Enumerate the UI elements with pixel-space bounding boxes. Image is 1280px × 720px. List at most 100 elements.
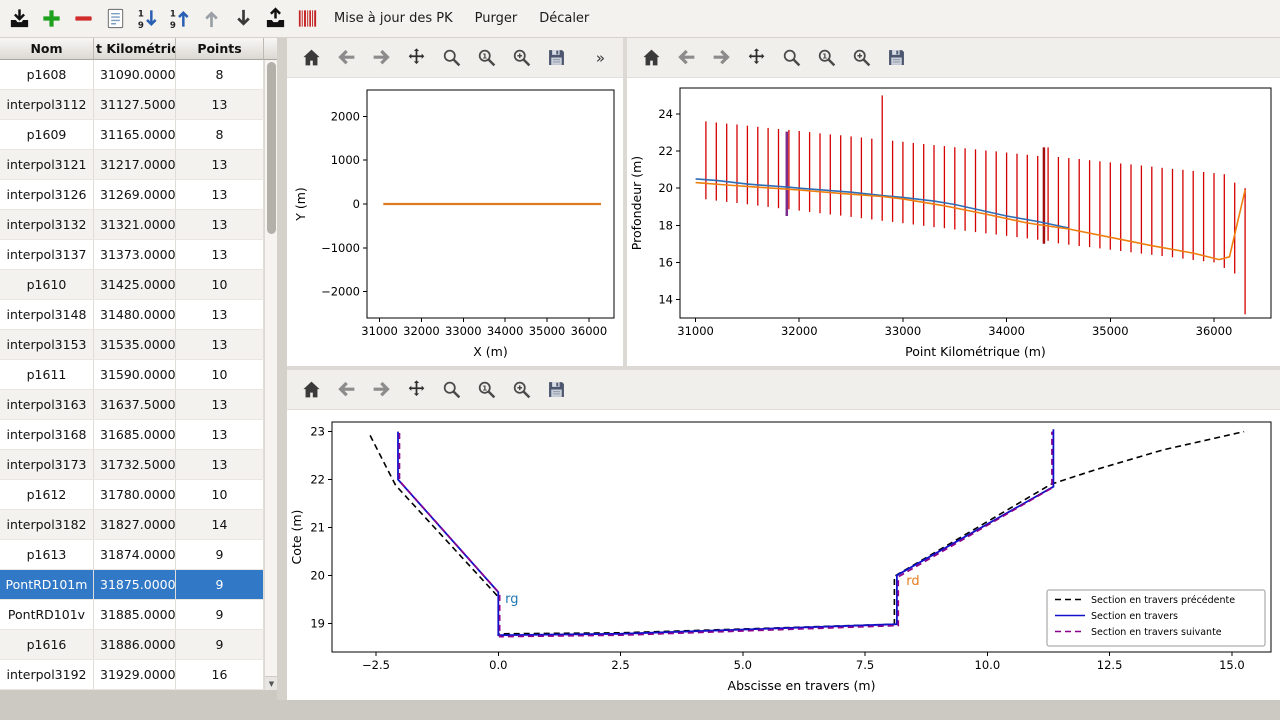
- forward-button[interactable]: [709, 46, 733, 70]
- pan-button[interactable]: [744, 46, 768, 70]
- table-row[interactable]: p161131590.000010: [0, 360, 264, 390]
- home-button[interactable]: [639, 46, 663, 70]
- move-down-button[interactable]: [228, 4, 258, 34]
- table-row[interactable]: interpol312631269.000013: [0, 180, 264, 210]
- remove-button[interactable]: [68, 4, 98, 34]
- zoom-button[interactable]: [439, 46, 463, 70]
- table-row[interactable]: p161231780.000010: [0, 480, 264, 510]
- table-row[interactable]: interpol317331732.500013: [0, 450, 264, 480]
- pk-cell: 31885.0000: [94, 600, 176, 629]
- zoom-plus-button[interactable]: [509, 378, 533, 402]
- table-row[interactable]: PontRD101m31875.00009: [0, 570, 264, 600]
- profile-plot-toolbar: 1: [627, 38, 1280, 78]
- scrollbar-down-button[interactable]: ▼: [265, 676, 277, 690]
- table-row[interactable]: interpol319231929.000016: [0, 660, 264, 690]
- table-row[interactable]: p160831090.00008: [0, 60, 264, 90]
- table-row[interactable]: interpol318231827.000014: [0, 510, 264, 540]
- vertical-scrollbar[interactable]: ▼: [264, 60, 277, 690]
- name-cell: p1611: [0, 360, 94, 389]
- table-row[interactable]: interpol311231127.500013: [0, 90, 264, 120]
- forward-icon: [371, 47, 392, 68]
- add-button[interactable]: [36, 4, 66, 34]
- table-row[interactable]: interpol316831685.000013: [0, 420, 264, 450]
- cross-section-toolbar: 1: [287, 370, 1280, 410]
- vertical-splitter[interactable]: [277, 38, 287, 700]
- table-row[interactable]: p160931165.00008: [0, 120, 264, 150]
- zoom-button[interactable]: [439, 378, 463, 402]
- home-button[interactable]: [299, 46, 323, 70]
- svg-text:rd: rd: [906, 574, 919, 589]
- export-button[interactable]: [260, 4, 290, 34]
- home-icon: [641, 47, 662, 68]
- save-button[interactable]: [544, 378, 568, 402]
- barcode-button[interactable]: [292, 4, 322, 34]
- column-header-nom[interactable]: Nom: [0, 38, 94, 60]
- svg-text:Point Kilométrique (m): Point Kilométrique (m): [905, 344, 1046, 359]
- zoom-one-button[interactable]: 1: [474, 378, 498, 402]
- menu-purge[interactable]: Purger: [465, 4, 528, 34]
- table-row[interactable]: p161031425.000010: [0, 270, 264, 300]
- pan-icon: [406, 47, 427, 68]
- profile-chart: 3100032000330003400035000360001416182022…: [627, 78, 1280, 366]
- home-button[interactable]: [299, 378, 323, 402]
- save-button[interactable]: [884, 46, 908, 70]
- svg-text:22: 22: [310, 473, 325, 487]
- zoom-plus-button[interactable]: [849, 46, 873, 70]
- svg-text:−2000: −2000: [321, 285, 360, 299]
- svg-text:12.5: 12.5: [1097, 658, 1123, 672]
- svg-text:16: 16: [658, 255, 673, 269]
- sort-descending-button[interactable]: 19: [132, 4, 162, 34]
- table-row[interactable]: PontRD101v31885.00009: [0, 600, 264, 630]
- pk-cell: 31165.0000: [94, 120, 176, 149]
- back-button[interactable]: [674, 46, 698, 70]
- zoom-one-button[interactable]: 1: [814, 46, 838, 70]
- profile-plot-canvas[interactable]: 3100032000330003400035000360001416182022…: [627, 78, 1280, 366]
- menu-update-pk[interactable]: Mise à jour des PK: [324, 4, 463, 34]
- sort-ascending-button[interactable]: 19: [164, 4, 194, 34]
- points-cell: 10: [176, 270, 264, 299]
- zoom-button[interactable]: [779, 46, 803, 70]
- back-button[interactable]: [334, 46, 358, 70]
- move-up-button[interactable]: [196, 4, 226, 34]
- svg-text:rg: rg: [505, 592, 518, 607]
- svg-text:Y (m): Y (m): [293, 187, 308, 222]
- zoom-one-icon: 1: [816, 47, 837, 68]
- import-button[interactable]: [4, 4, 34, 34]
- pan-icon: [746, 47, 767, 68]
- forward-button[interactable]: [369, 378, 393, 402]
- menu-shift[interactable]: Décaler: [529, 4, 599, 34]
- main-toolbar: 1919 Mise à jour des PKPurgerDécaler: [0, 0, 1280, 38]
- trace-panel: 1 » 310003200033000340003500036000−2000−1…: [287, 38, 623, 366]
- toolbar-overflow-button[interactable]: »: [596, 49, 605, 67]
- table-body: p160831090.00008interpol311231127.500013…: [0, 60, 264, 690]
- pan-button[interactable]: [404, 46, 428, 70]
- table-row[interactable]: interpol312131217.000013: [0, 150, 264, 180]
- table-row[interactable]: p161331874.00009: [0, 540, 264, 570]
- column-header-points[interactable]: Points: [176, 38, 264, 60]
- zoom-plus-icon: [511, 379, 532, 400]
- name-cell: interpol3137: [0, 240, 94, 269]
- edit-button[interactable]: [100, 4, 130, 34]
- zoom-plus-button[interactable]: [509, 46, 533, 70]
- forward-button[interactable]: [369, 46, 393, 70]
- back-button[interactable]: [334, 378, 358, 402]
- table-row[interactable]: interpol316331637.500013: [0, 390, 264, 420]
- cross-section-canvas[interactable]: −2.50.02.55.07.510.012.515.01920212223Ab…: [287, 410, 1280, 700]
- pan-button[interactable]: [404, 378, 428, 402]
- table-row[interactable]: interpol313231321.000013: [0, 210, 264, 240]
- table-row[interactable]: interpol315331535.000013: [0, 330, 264, 360]
- save-button[interactable]: [544, 46, 568, 70]
- pk-cell: 31425.0000: [94, 270, 176, 299]
- column-header-pk[interactable]: t Kilométrique: [94, 38, 176, 60]
- svg-text:22: 22: [658, 144, 673, 158]
- name-cell: PontRD101m: [0, 570, 94, 599]
- table-row[interactable]: p161631886.00009: [0, 630, 264, 660]
- points-cell: 9: [176, 630, 264, 659]
- scrollbar-thumb[interactable]: [267, 62, 276, 234]
- zoom-one-button[interactable]: 1: [474, 46, 498, 70]
- trace-plot-canvas[interactable]: 310003200033000340003500036000−2000−1000…: [287, 78, 623, 366]
- table-row[interactable]: interpol313731373.000013: [0, 240, 264, 270]
- zoom-one-icon: 1: [476, 379, 497, 400]
- table-row[interactable]: interpol314831480.000013: [0, 300, 264, 330]
- svg-text:20: 20: [658, 181, 673, 195]
